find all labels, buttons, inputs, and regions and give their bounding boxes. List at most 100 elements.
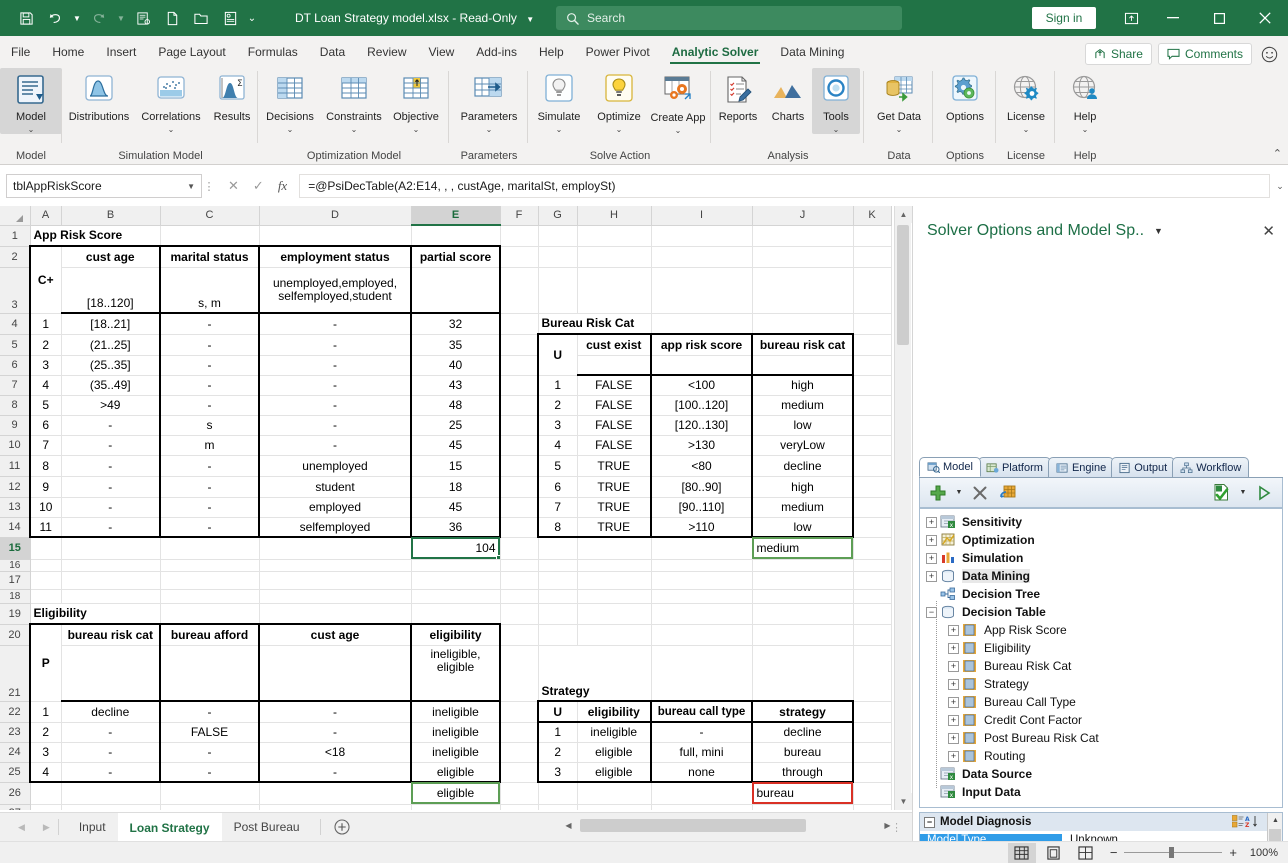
cell-d19[interactable] xyxy=(259,603,411,624)
cell-i7[interactable]: <100 xyxy=(651,375,752,395)
close-button[interactable] xyxy=(1242,0,1288,36)
horizontal-scroll-thumb[interactable] xyxy=(580,819,806,832)
column-header-j[interactable]: J xyxy=(752,206,853,225)
expand-formula-bar-icon[interactable]: ⌄ xyxy=(1272,181,1288,192)
tab-analytic-solver[interactable]: Analytic Solver xyxy=(661,38,770,65)
add-icon[interactable] xyxy=(926,481,950,505)
cell-f15[interactable] xyxy=(500,537,538,559)
row-header-21[interactable]: 21 xyxy=(0,645,30,701)
share-button[interactable]: Share xyxy=(1085,43,1152,65)
collapser-icon[interactable]: − xyxy=(924,817,935,828)
cell-g26[interactable] xyxy=(538,782,577,804)
cell-a24[interactable]: 3 xyxy=(30,742,61,762)
expander-icon[interactable]: + xyxy=(926,535,937,546)
cell-k3[interactable] xyxy=(853,267,891,313)
cell-d5[interactable]: - xyxy=(259,334,411,355)
add-sheet-icon[interactable] xyxy=(329,819,355,835)
cell-b23[interactable]: - xyxy=(61,722,160,742)
tree-node-input-data[interactable]: x Input Data xyxy=(926,783,1282,801)
maximize-button[interactable] xyxy=(1196,0,1242,36)
cell-i3[interactable] xyxy=(651,267,752,313)
zoom-in-button[interactable]: + xyxy=(1229,845,1237,860)
cell-d20-cust-age-header[interactable]: cust age xyxy=(259,624,411,645)
tab-data[interactable]: Data xyxy=(309,38,356,65)
cell-k16[interactable] xyxy=(853,559,891,571)
zoom-slider-thumb[interactable] xyxy=(1169,847,1174,858)
ribbon-button-create-app[interactable]: Create App ⌄ xyxy=(649,68,707,136)
row-header-7[interactable]: 7 xyxy=(0,375,30,395)
ribbon-button-distributions[interactable]: Distributions xyxy=(63,68,135,123)
row-header-26[interactable]: 26 xyxy=(0,782,30,804)
cell-k11[interactable] xyxy=(853,455,891,476)
cell-f19[interactable] xyxy=(500,603,538,624)
cell-k6[interactable] xyxy=(853,355,891,375)
cell-a18[interactable] xyxy=(30,589,61,603)
cell-f27[interactable] xyxy=(500,804,538,810)
ribbon-button-reports[interactable]: Reports xyxy=(712,68,764,123)
row-header-16[interactable]: 16 xyxy=(0,559,30,571)
cell-e23[interactable]: ineligible xyxy=(411,722,500,742)
expander-icon[interactable]: + xyxy=(948,715,959,726)
cell-k4[interactable] xyxy=(853,313,891,334)
cell-f3[interactable] xyxy=(500,267,538,313)
row-header-20[interactable]: 20 xyxy=(0,624,30,645)
cell-e24[interactable]: ineligible xyxy=(411,742,500,762)
cell-b22[interactable]: decline xyxy=(61,701,160,722)
sort-icon[interactable]: AZ xyxy=(1232,815,1260,828)
row-header-14[interactable]: 14 xyxy=(0,517,30,537)
objective-dropdown-icon[interactable]: ⌄ xyxy=(413,125,420,134)
cell-f6[interactable] xyxy=(500,355,538,375)
row-header-3[interactable]: 3 xyxy=(0,267,30,313)
cell-h10[interactable]: FALSE xyxy=(577,435,651,455)
name-box[interactable]: tblAppRiskScore ▼ xyxy=(6,174,202,198)
cell-a4[interactable]: 1 xyxy=(30,313,61,334)
ribbon-display-options-icon[interactable] xyxy=(1108,0,1154,36)
cell-b13[interactable]: - xyxy=(61,497,160,517)
cell-d22[interactable]: - xyxy=(259,701,411,722)
cell-c12[interactable]: - xyxy=(160,476,259,497)
cell-b6[interactable]: (25..35] xyxy=(61,355,160,375)
row-header-27[interactable]: 27 xyxy=(0,804,30,810)
task-pane-dropdown-icon[interactable]: ▼ xyxy=(1154,226,1163,236)
cell-h17[interactable] xyxy=(577,571,651,589)
cell-c9[interactable]: s xyxy=(160,415,259,435)
cell-f22[interactable] xyxy=(500,701,538,722)
grid-vertical-scrollbar[interactable]: ▲ ▼ xyxy=(894,206,911,810)
cell-e27[interactable] xyxy=(411,804,500,810)
cell-c24[interactable]: - xyxy=(160,742,259,762)
qat-more-icon[interactable]: ⌄ xyxy=(245,5,259,31)
cell-e19[interactable] xyxy=(411,603,500,624)
tab-home[interactable]: Home xyxy=(41,38,95,65)
cell-h9[interactable]: FALSE xyxy=(577,415,651,435)
cell-i13[interactable]: [90..110] xyxy=(651,497,752,517)
ribbon-button-model[interactable]: Model ⌄ xyxy=(0,68,62,134)
cell-h14[interactable]: TRUE xyxy=(577,517,651,537)
cell-g11[interactable]: 5 xyxy=(538,455,577,476)
cell-i12[interactable]: [80..90] xyxy=(651,476,752,497)
cell-g19[interactable] xyxy=(538,603,577,624)
zoom-slider[interactable] xyxy=(1124,852,1222,853)
cell-d27[interactable] xyxy=(259,804,411,810)
cell-d1[interactable] xyxy=(259,225,411,246)
tree-node-bureau-risk-cat[interactable]: + Bureau Risk Cat xyxy=(926,657,1282,675)
cell-f25[interactable] xyxy=(500,762,538,782)
cell-h12[interactable]: TRUE xyxy=(577,476,651,497)
column-header-c[interactable]: C xyxy=(160,206,259,225)
tools-dropdown-icon[interactable]: ⌄ xyxy=(833,125,840,134)
row-header-12[interactable]: 12 xyxy=(0,476,30,497)
cell-c1[interactable] xyxy=(160,225,259,246)
column-header-h[interactable]: H xyxy=(577,206,651,225)
tp-tab-engine[interactable]: Engine xyxy=(1048,457,1114,477)
tp-tab-platform[interactable]: Platform xyxy=(978,457,1051,477)
cell-e11[interactable]: 15 xyxy=(411,455,500,476)
row-header-9[interactable]: 9 xyxy=(0,415,30,435)
cell-c6[interactable]: - xyxy=(160,355,259,375)
cell-f4[interactable] xyxy=(500,313,538,334)
cell-f12[interactable] xyxy=(500,476,538,497)
cell-e15-app-risk-score-result[interactable]: 104 xyxy=(411,537,500,559)
ribbon-button-help[interactable]: Help ⌄ xyxy=(1056,68,1114,134)
ribbon-button-decisions[interactable]: Decisions ⌄ xyxy=(259,68,321,134)
cell-b4[interactable]: [18..21] xyxy=(61,313,160,334)
constraints-dropdown-icon[interactable]: ⌄ xyxy=(351,125,358,134)
cell-j2[interactable] xyxy=(752,246,853,267)
